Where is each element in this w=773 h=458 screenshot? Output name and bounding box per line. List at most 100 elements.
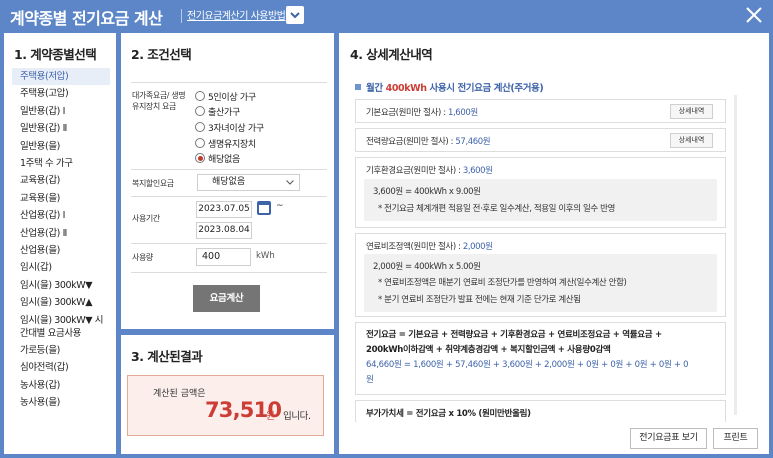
radio-icon (195, 122, 205, 132)
contract-type-item[interactable]: 산업용(갑) Ⅰ (12, 207, 110, 224)
contract-type-item[interactable]: 교육용(갑) (12, 172, 110, 189)
total-row: 전기요금 = 기본요금 + 전력량요금 + 기후환경요금 + 연료비조정요금 +… (355, 322, 726, 395)
contract-type-item[interactable]: 농사용(을) (12, 394, 110, 411)
radio-icon (195, 106, 205, 116)
chevron-down-icon (286, 180, 294, 185)
radio-three-children[interactable]: 3자녀이상 가구 (195, 121, 264, 134)
result-tail: 입니다. (283, 411, 311, 422)
print-button[interactable]: 프린트 (713, 428, 758, 449)
chevron-down-icon (290, 12, 300, 19)
contract-type-item[interactable]: 임시(을) 300kW▼ (12, 277, 110, 294)
contract-type-panel: 1. 계약종별선택 주택용(저압) 주택용(고압) 일반용(갑) Ⅰ 일반용(갑… (4, 33, 116, 454)
help-toggle-button[interactable] (286, 6, 304, 24)
radio-none[interactable]: 해당없음 (195, 152, 240, 165)
fuel-note-1: * 연료비조정액은 매분기 연료비 조정단가를 반영하여 계산(일수계산 안함) (378, 278, 627, 288)
help-link[interactable]: 전기요금계산기 사용방법 (187, 7, 286, 22)
base-fee-label: 기본요금(원미만 절사) : (366, 108, 446, 118)
result-box: 계산된 금액은 73,510 원 입니다. (127, 375, 324, 436)
usage-label: 사용량 (132, 253, 153, 262)
energy-fee-row: 전력량요금(원미만 절사) : 57,460원 상세내역 (355, 128, 726, 152)
climate-fee-value: 3,600원 (462, 166, 493, 176)
contract-type-item[interactable]: 일반용(을) (12, 138, 110, 155)
contract-type-item[interactable]: 산업용(을) (12, 242, 110, 259)
fuel-fee-value: 2,000원 (462, 242, 493, 252)
climate-formula: 3,600원 = 400kWh x 9.00원 (373, 187, 481, 197)
radio-life-support[interactable]: 생명유지장치 (195, 137, 256, 150)
energy-fee-label: 전력량요금(원미만 절사) : (366, 137, 454, 147)
radio-large-family[interactable]: 5인이상 가구 (195, 90, 256, 103)
close-icon (746, 7, 762, 23)
radio-label: 생명유지장치 (208, 140, 256, 150)
section-title: 3. 계산된결과 (131, 349, 203, 364)
discount-value: 해당없음 (212, 177, 246, 187)
end-date-input[interactable]: 2023.08.04 (196, 222, 252, 239)
discount-label: 복지할인요금 (132, 179, 174, 188)
fuel-fee-text: 연료비조정액(원미만 절사) : 2,000원 (366, 240, 493, 252)
radio-label: 출산가구 (208, 108, 240, 118)
total-values-line-1: 64,660원 = 1,600원 + 57,460원 + 3,600원 + 2,… (366, 360, 689, 370)
contract-type-item[interactable]: 산업용(갑) Ⅱ (12, 225, 110, 242)
energy-detail-button[interactable]: 상세내역 (670, 133, 713, 148)
fuel-note-2: * 분기 연료비 조정단가 발표 전에는 현재 기준 단가로 계산됨 (378, 295, 581, 305)
condition-panel: 2. 조건선택 대가족요금/ 생명유지장치 요금 5인이상 가구 출산가구 3자… (121, 33, 334, 329)
result-panel: 3. 계산된결과 계산된 금액은 73,510 원 입니다. (121, 335, 334, 454)
result-label: 계산된 금액은 (153, 389, 206, 399)
fuel-fee-row: 연료비조정액(원미만 절사) : 2,000원 2,000원 = 400kWh … (355, 233, 726, 317)
divider (131, 82, 327, 83)
total-values-line-2: 원 (366, 375, 374, 385)
close-button[interactable] (743, 4, 765, 26)
start-date-input[interactable]: 2023.07.05 (196, 201, 252, 218)
monthly-kwh: 400kWh (385, 83, 427, 94)
contract-type-item[interactable]: 주택용(저압) (12, 68, 110, 86)
radio-icon (195, 138, 205, 148)
scrollbar[interactable] (734, 95, 737, 415)
monthly-heading: 월간 400kWh 사용시 전기요금 계산(주거용) (355, 80, 544, 94)
climate-fee-text: 기후환경요금(원미만 절사) : 3,600원 (366, 164, 493, 176)
contract-type-item[interactable]: 가로등(을) (12, 342, 110, 359)
discount-select[interactable]: 해당없음 (197, 174, 300, 191)
contract-type-item[interactable]: 주택용(고압) (12, 85, 110, 102)
base-fee-text: 기본요금(원미만 절사) : 1,600원 (366, 106, 478, 118)
base-fee-value: 1,600원 (448, 108, 478, 118)
climate-fee-label: 기후환경요금(원미만 절사) : (366, 166, 461, 176)
contract-type-item[interactable]: 임시(을) 300kW▲ (12, 294, 110, 311)
result-unit: 원 (266, 411, 275, 422)
divider (131, 169, 327, 170)
divider (131, 272, 327, 273)
section-title: 1. 계약종별선택 (14, 47, 97, 62)
vat-formula: 부가가치세 = 전기요금 x 10% (원미만반올림) (366, 409, 531, 419)
climate-formula-box: 3,600원 = 400kWh x 9.00원 * 전기요금 체계개편 적용일 … (364, 179, 717, 221)
rate-table-button[interactable]: 전기요금표 보기 (630, 428, 707, 449)
usage-input[interactable]: 400 (196, 248, 251, 266)
contract-type-item[interactable]: 농사용(갑) (12, 377, 110, 394)
contract-type-item[interactable]: 일반용(갑) Ⅱ (12, 120, 110, 137)
page-title: 계약종별 전기요금 계산 (10, 9, 163, 28)
fuel-formula: 2,000원 = 400kWh x 5.00원 (373, 262, 481, 272)
calendar-icon[interactable] (257, 201, 271, 215)
section-title: 2. 조건선택 (131, 47, 192, 62)
contract-type-item[interactable]: 심야전력(갑) (12, 359, 110, 376)
radio-birth[interactable]: 출산가구 (195, 105, 240, 118)
radio-label: 5인이상 가구 (208, 93, 256, 103)
contract-type-item[interactable]: 교육용(을) (12, 190, 110, 207)
vat-row: 부가가치세 = 전기요금 x 10% (원미만반올림) (355, 400, 726, 422)
base-fee-row: 기본요금(원미만 절사) : 1,600원 상세내역 (355, 99, 726, 123)
radio-selected-icon (195, 153, 205, 163)
usage-unit: kWh (256, 251, 275, 261)
section-title: 4. 상세계산내역 (350, 47, 433, 62)
monthly-post: 사용시 전기요금 계산(주거용) (429, 83, 544, 94)
square-bullet-icon (355, 84, 361, 90)
contract-type-list: 주택용(저압) 주택용(고압) 일반용(갑) Ⅰ 일반용(갑) Ⅱ 일반용(을)… (12, 68, 110, 411)
contract-type-item[interactable]: 임시(갑) (12, 259, 110, 276)
calculate-button[interactable]: 요금계산 (193, 285, 260, 312)
energy-fee-text: 전력량요금(원미만 절사) : 57,460원 (366, 135, 491, 147)
contract-type-item[interactable]: 1주택 수 가구 (12, 155, 110, 172)
contract-type-item[interactable]: 임시(을) 300kW▼ 시간대별 요금사용 (12, 312, 110, 342)
base-detail-button[interactable]: 상세내역 (670, 104, 713, 119)
radio-label: 3자녀이상 가구 (208, 124, 264, 134)
climate-note: * 전기요금 체계개편 적용일 전·후로 일수계산, 적용일 이후의 일수 반영 (378, 204, 615, 214)
contract-type-item[interactable]: 일반용(갑) Ⅰ (12, 103, 110, 120)
energy-fee-value: 57,460원 (455, 137, 491, 147)
radio-icon (195, 91, 205, 101)
divider (181, 9, 182, 23)
